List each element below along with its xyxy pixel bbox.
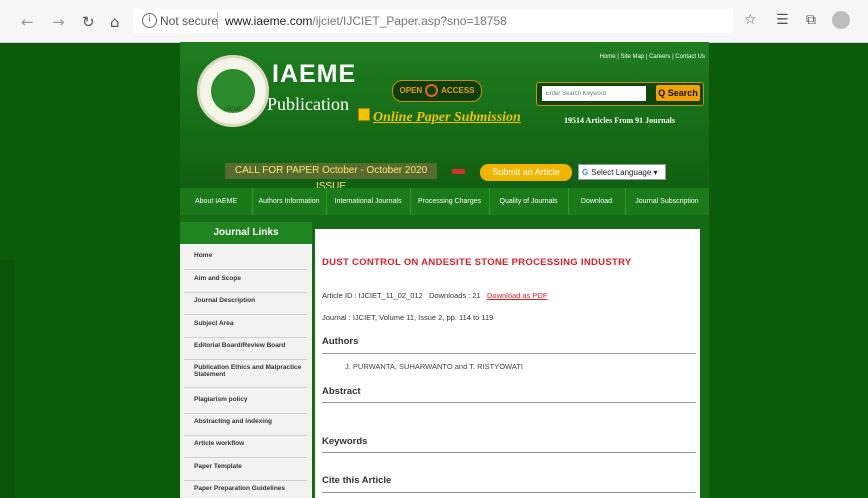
favorite-star-icon[interactable]: ☆ xyxy=(744,12,757,28)
cite-heading: Cite this Article xyxy=(322,475,392,486)
authors-divider xyxy=(322,353,696,354)
forward-icon[interactable]: → xyxy=(52,13,65,31)
refresh-icon[interactable]: ↻ xyxy=(82,13,95,31)
open-access-right: ACCESS xyxy=(441,86,475,95)
search-button[interactable]: Q Search xyxy=(656,85,700,101)
sidebar-item-article-workflow[interactable]: Article workflow xyxy=(184,440,307,458)
sidebar-item-subject-area[interactable]: Subject Area xyxy=(184,320,307,338)
profile-avatar[interactable] xyxy=(832,11,850,29)
keywords-heading: Keywords xyxy=(322,436,368,447)
download-count: Downloads : 21 xyxy=(429,291,481,300)
submission-icon xyxy=(358,108,370,121)
article-content: DUST CONTROL ON ANDESITE STONE PROCESSIN… xyxy=(315,229,700,498)
sidebar-title: Journal Links xyxy=(180,222,312,244)
open-access-left: OPEN xyxy=(399,86,423,95)
abstract-heading: Abstract xyxy=(322,386,361,397)
open-lock-icon xyxy=(425,84,439,98)
sidebar-item-paper-template[interactable]: Paper Template xyxy=(184,463,307,481)
article-id: Article ID : IJCIET_11_02_012 xyxy=(322,291,423,300)
menu-authors-information[interactable]: Authors Information xyxy=(252,188,327,215)
iaeme-logo[interactable]: IAEME xyxy=(197,55,269,127)
authors-heading: Authors xyxy=(322,336,359,347)
menu-international-journals[interactable]: International Journals xyxy=(326,188,411,215)
main-menu: About IAEME Authors Information Internat… xyxy=(180,188,709,215)
back-icon[interactable]: ← xyxy=(21,13,34,31)
menu-processing-charges[interactable]: Processing Charges xyxy=(410,188,490,215)
menu-about[interactable]: About IAEME xyxy=(180,188,253,215)
sidebar-item-home[interactable]: Home xyxy=(184,252,307,270)
journal-links-sidebar: Journal Links Home Aim and Scope Journal… xyxy=(180,222,312,498)
new-badge-icon xyxy=(452,169,465,174)
online-paper-submission-link[interactable]: Online Paper Submission xyxy=(373,110,521,126)
left-background-photo xyxy=(0,260,14,498)
abstract-divider xyxy=(322,402,696,403)
favorites-list-icon[interactable]: ☰ xyxy=(776,12,789,28)
google-g-icon: G xyxy=(582,168,589,177)
home-icon[interactable]: ⌂ xyxy=(110,13,120,31)
menu-quality-of-journals[interactable]: Quality of Journals xyxy=(489,188,569,215)
sidebar-item-journal-description[interactable]: Journal Description xyxy=(184,297,307,315)
brand-subtitle: Publication xyxy=(267,94,349,114)
search-input[interactable] xyxy=(542,86,646,101)
address-divider xyxy=(217,12,218,29)
info-icon[interactable]: i xyxy=(142,13,157,28)
site-header: IAEME IAEME Publication OPEN ACCESS Onlin… xyxy=(180,42,709,192)
download-pdf-link[interactable]: Download as PDF xyxy=(487,291,547,300)
sidebar-item-paper-guidelines[interactable]: Paper Preparation Guidelines xyxy=(184,485,307,498)
sidebar-item-plagiarism-policy[interactable]: Plagiarism policy xyxy=(184,396,307,414)
language-selector-label: Select Language xyxy=(591,168,652,177)
cite-divider xyxy=(322,492,696,493)
logo-caption: IAEME xyxy=(223,107,243,113)
authors-list: J. PURWANTA, SUHARWANTO and T. RISTYOWAT… xyxy=(345,362,523,371)
website-page: IAEME IAEME Publication OPEN ACCESS Onlin… xyxy=(180,42,709,498)
sidebar-item-aim-scope[interactable]: Aim and Scope xyxy=(184,275,307,293)
keywords-divider xyxy=(322,452,696,453)
top-links[interactable]: Home | Site Map | Careers | Contact Us xyxy=(600,54,705,60)
collections-icon[interactable]: ⧉ xyxy=(806,12,816,28)
submit-article-button[interactable]: Submit an Article xyxy=(480,164,572,181)
sidebar-item-abstracting-indexing[interactable]: Abstracting and indexing xyxy=(184,418,307,436)
open-access-badge: OPEN ACCESS xyxy=(392,80,482,102)
url-host: www.iaeme.com xyxy=(225,14,313,28)
sidebar-item-editorial-board[interactable]: Editorial Board/Review Board xyxy=(184,342,307,360)
url-path: /ijciet/IJCIET_Paper.asp?sno=18758 xyxy=(312,14,507,28)
article-meta: Article ID : IJCIET_11_02_012 Downloads … xyxy=(322,291,547,300)
menu-journal-subscription[interactable]: Journal Subscription xyxy=(625,188,709,215)
url-text[interactable]: www.iaeme.com/ijciet/IJCIET_Paper.asp?sn… xyxy=(225,14,507,28)
journal-info: Journal : IJCIET, Volume 11, Issue 2, pp… xyxy=(322,313,494,322)
articles-count: 19514 Articles From 91 Journals xyxy=(564,116,675,125)
menu-download[interactable]: Download xyxy=(568,188,626,215)
sidebar-item-publication-ethics[interactable]: Publication Ethics and Malpractice State… xyxy=(184,364,307,388)
browser-toolbar: ← → ↻ ⌂ i Not secure www.iaeme.com/ijcie… xyxy=(0,0,868,43)
language-selector[interactable]: G Select Language ▾ xyxy=(578,164,666,180)
call-for-paper-banner[interactable]: CALL FOR PAPER October - October 2020 IS… xyxy=(225,163,437,192)
brand-name: IAEME xyxy=(272,60,357,88)
article-title: DUST CONTROL ON ANDESITE STONE PROCESSIN… xyxy=(322,257,632,268)
not-secure-label: Not secure xyxy=(160,14,219,28)
